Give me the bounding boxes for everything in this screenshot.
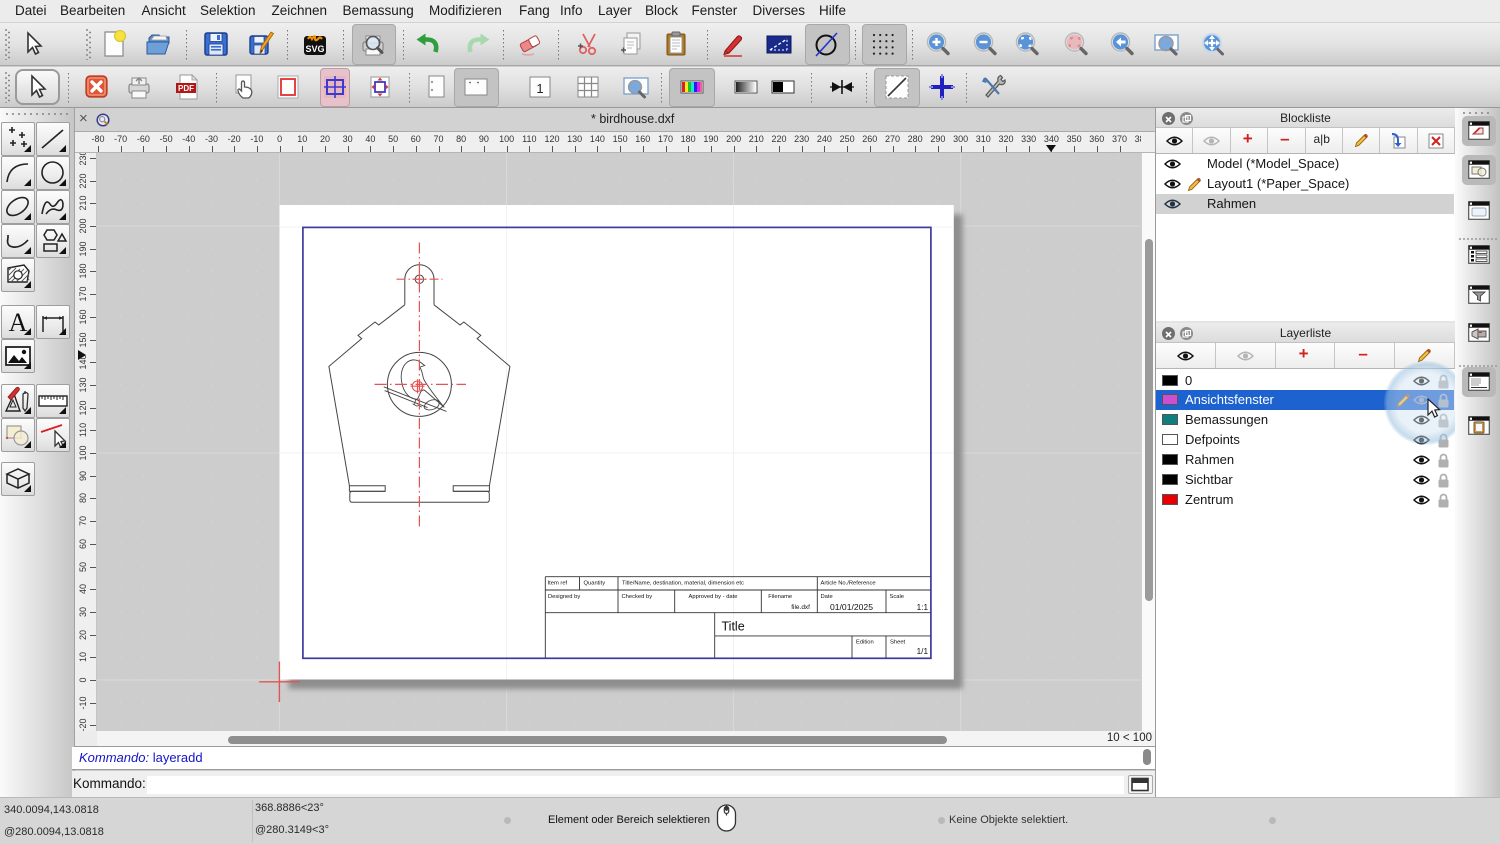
svg-text:Title/Name, destination, mater: Title/Name, destination, material, dimen… [622,580,744,586]
svg-text:SVG: SVG [305,44,324,54]
svg-text:Title: Title [722,620,745,634]
svg-text:A: A [9,308,28,337]
svg-text:PDF: PDF [178,84,194,93]
svg-text:1:1: 1:1 [917,603,929,612]
svg-text:Designed by: Designed by [548,594,580,600]
svg-text:Article No./Reference: Article No./Reference [821,580,876,586]
svg-text:Item ref: Item ref [548,580,568,586]
svg-text:Filename: Filename [768,594,792,600]
svg-text:Date: Date [821,594,833,600]
svg-text:Checked by: Checked by [622,594,653,600]
svg-text:file.dxf: file.dxf [791,604,810,611]
svg-text:Scale: Scale [890,594,905,600]
svg-text:Quantity: Quantity [584,580,606,586]
svg-text:Edition: Edition [856,640,874,646]
svg-text:1/1: 1/1 [917,647,929,656]
svg-text:Sheet: Sheet [890,640,906,646]
svg-text:Approved by - date: Approved by - date [689,594,738,600]
svg-text:1: 1 [536,81,543,96]
svg-text:01/01/2025: 01/01/2025 [830,602,873,612]
